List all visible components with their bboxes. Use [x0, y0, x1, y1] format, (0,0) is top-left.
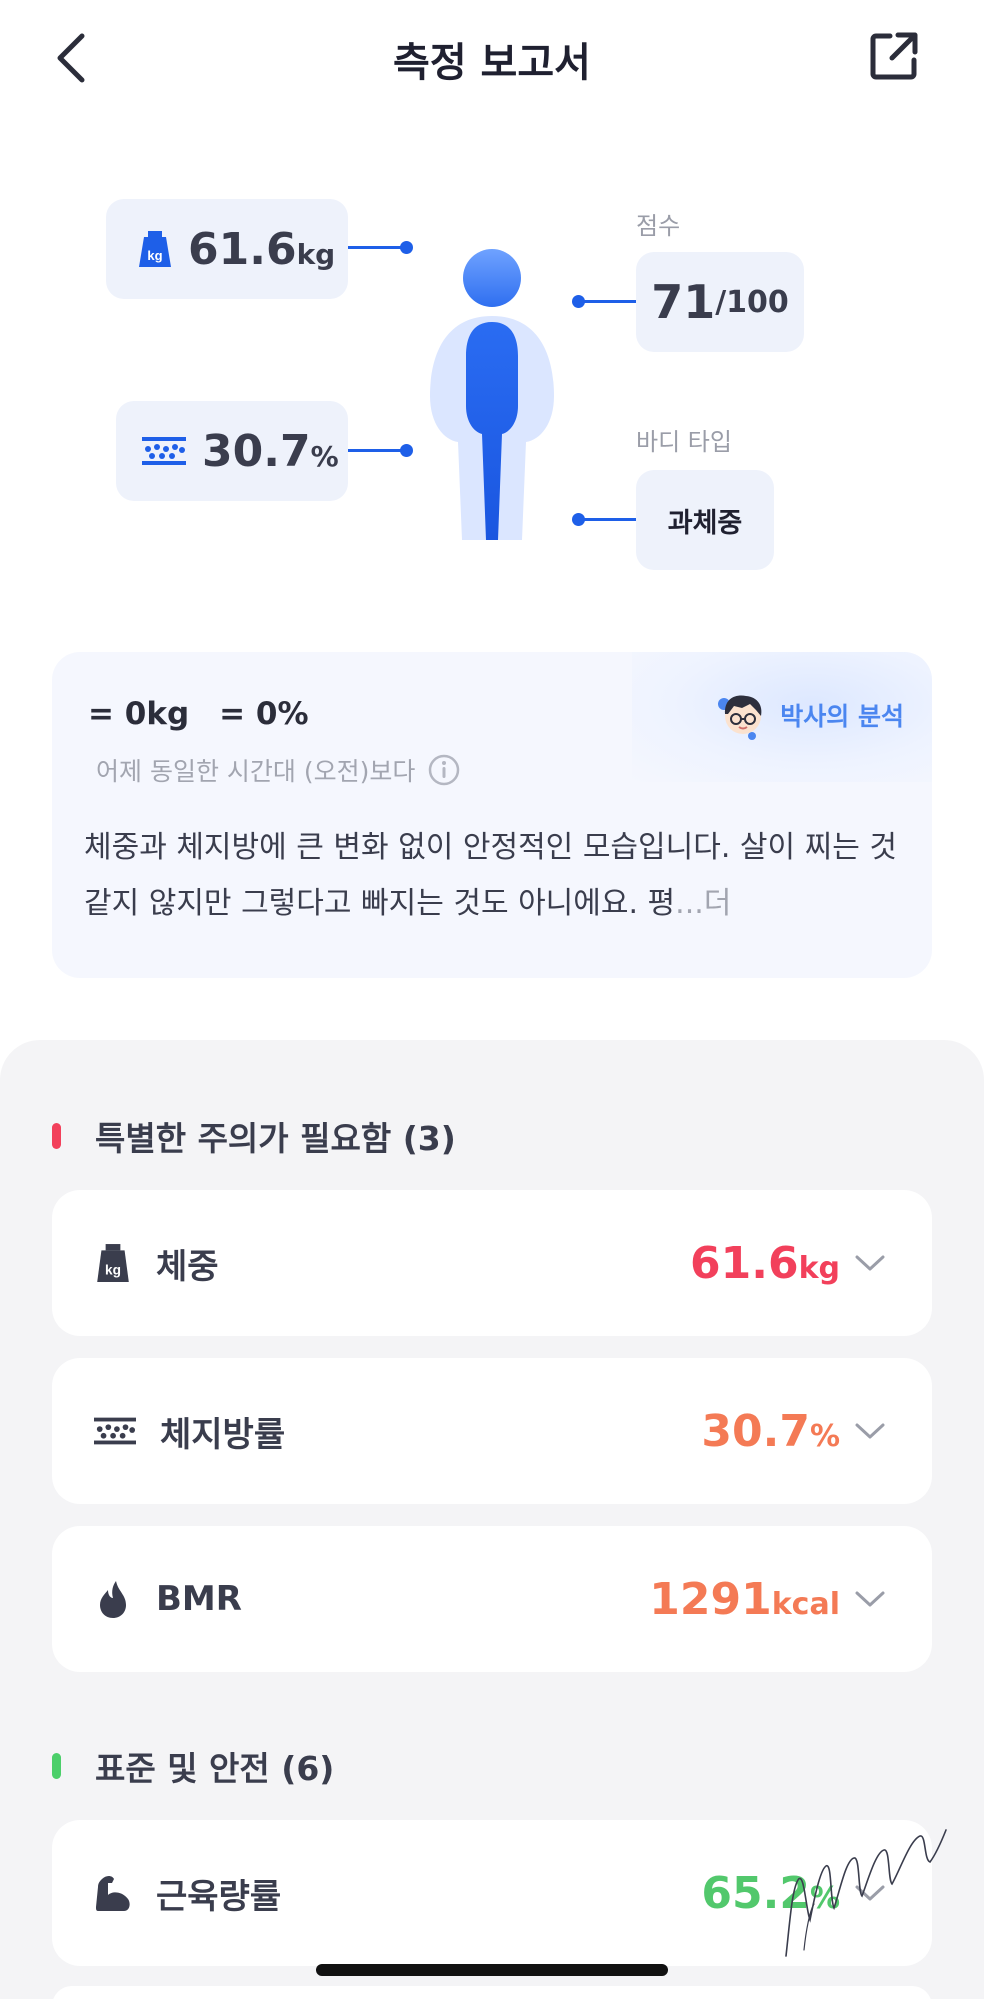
- handwritten-signature: [785, 1829, 947, 1957]
- body-fat-unit: %: [310, 439, 339, 473]
- chevron-down-icon[interactable]: [854, 1253, 886, 1273]
- fat-change: = 0%: [219, 696, 309, 732]
- metric-label: BMR: [156, 1579, 242, 1619]
- metric-unit: kcal: [771, 1586, 840, 1622]
- metric-row-next[interactable]: [52, 1986, 932, 1999]
- metric-label: 근육량률: [156, 1876, 282, 1917]
- doctor-analysis-label: 박사의 분석: [780, 702, 904, 731]
- metric-value: 1291kcal: [649, 1573, 840, 1625]
- group-title: 표준 및 안전 (6): [95, 1749, 335, 1788]
- body-figure-illustration: [430, 249, 554, 540]
- standard-indicator: [52, 1753, 61, 1779]
- body-fat-summary: 30.7%: [116, 401, 348, 501]
- body-fat-icon: [142, 437, 186, 465]
- app-header: 측정 보고서: [0, 0, 984, 120]
- attention-indicator: [52, 1123, 61, 1149]
- share-external-icon: [870, 32, 918, 80]
- weight-change: = 0kg: [88, 696, 190, 732]
- analysis-body-text: 체중과 체지방에 큰 변화 없이 안정적인 모습입니다. 살이 찌는 것 같지 …: [84, 830, 897, 921]
- metric-unit: %: [809, 1418, 840, 1454]
- page-title: 측정 보고서: [393, 40, 591, 86]
- group-title: 특별한 주의가 필요함 (3): [95, 1119, 456, 1158]
- weight-icon-text: kg: [105, 1263, 121, 1278]
- metric-unit: kg: [798, 1250, 840, 1286]
- group-header-attention: 특별한 주의가 필요함 (3): [52, 1112, 456, 1160]
- change-summary: = 0kg = 0%: [88, 696, 339, 732]
- share-button[interactable]: [868, 30, 920, 82]
- score-value: 71: [651, 275, 716, 329]
- compare-text: 어제 동일한 시간대 (오전)보다: [96, 757, 416, 786]
- group-header-standard: 표준 및 안전 (6): [52, 1742, 334, 1790]
- weight-icon-text: kg: [147, 248, 162, 263]
- fat-connector: [348, 449, 406, 452]
- fat-connector-dot: [400, 444, 413, 457]
- body-fat-icon: [94, 1417, 136, 1445]
- analysis-text: 체중과 체지방에 큰 변화 없이 안정적인 모습입니다. 살이 찌는 것 같지 …: [84, 820, 914, 932]
- more-link[interactable]: ...더: [675, 886, 731, 921]
- flame-icon: [100, 1581, 126, 1618]
- score-connector-dot: [572, 295, 585, 308]
- body-type-value: 과체중: [667, 507, 743, 539]
- metric-row-weight[interactable]: kg 체중 61.6kg: [52, 1190, 932, 1336]
- body-type-label: 바디 타입: [636, 428, 732, 456]
- metric-label: 체지방률: [160, 1414, 286, 1455]
- info-icon[interactable]: [427, 753, 461, 787]
- score-summary: 71/100: [636, 252, 804, 352]
- weight-scale-icon: kg: [139, 231, 171, 267]
- weight-connector: [348, 246, 406, 249]
- chevron-down-icon[interactable]: [854, 1421, 886, 1441]
- chevron-down-icon[interactable]: [854, 1589, 886, 1609]
- doctor-avatar-icon: [718, 695, 762, 740]
- metric-row-body-fat[interactable]: 체지방률 30.7%: [52, 1358, 932, 1504]
- body-type-connector: [578, 518, 636, 521]
- home-indicator[interactable]: [316, 1964, 668, 1976]
- weight-summary: kg 61.6kg: [106, 199, 348, 299]
- weight-scale-icon: kg: [97, 1244, 129, 1282]
- body-fat-value: 30.7%: [202, 425, 339, 477]
- metric-value: 30.7%: [701, 1405, 840, 1457]
- body-type-connector-dot: [572, 513, 585, 526]
- metric-row-bmr[interactable]: BMR 1291kcal: [52, 1526, 932, 1672]
- analysis-card[interactable]: 박사의 분석 = 0kg = 0% 어제 동일한 시간대 (오전)보다 체중과 체…: [52, 652, 932, 978]
- metric-value: 61.6kg: [690, 1237, 840, 1289]
- compare-caption: 어제 동일한 시간대 (오전)보다: [96, 752, 461, 788]
- score-max: /100: [715, 284, 789, 320]
- weight-value: 61.6kg: [188, 223, 336, 275]
- weight-unit: kg: [296, 237, 336, 271]
- score-connector: [578, 300, 636, 303]
- doctor-analysis-tag[interactable]: 박사의 분석: [716, 688, 904, 742]
- score-label: 점수: [636, 212, 681, 240]
- metric-label: 체중: [156, 1246, 219, 1287]
- weight-connector-dot: [400, 241, 413, 254]
- muscle-icon: [96, 1876, 130, 1911]
- body-type-summary: 과체중: [636, 470, 774, 570]
